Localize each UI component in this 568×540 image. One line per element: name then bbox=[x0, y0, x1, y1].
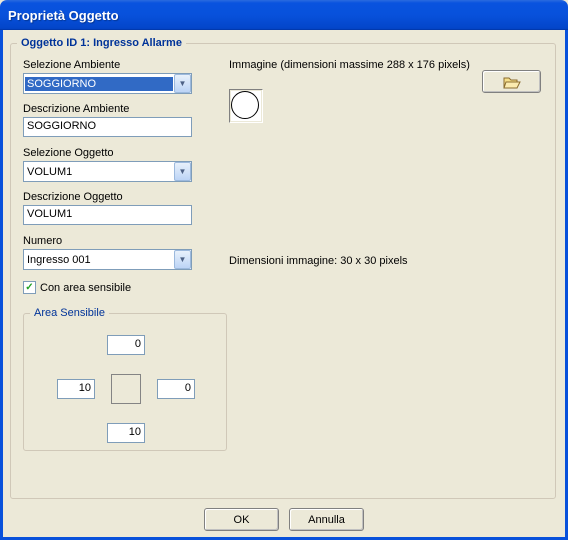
dropdown-selezione-ambiente[interactable]: SOGGIORNO ▼ bbox=[23, 73, 192, 94]
input-descrizione-oggetto[interactable]: VOLUM1 bbox=[23, 205, 192, 225]
circle-icon bbox=[231, 91, 259, 119]
checkbox-con-area-sensibile[interactable]: ✓ Con area sensibile bbox=[23, 281, 131, 294]
dropdown-text: Ingresso 001 bbox=[24, 252, 174, 268]
title-bar: Proprietà Oggetto bbox=[0, 0, 568, 30]
chevron-down-icon[interactable]: ▼ bbox=[174, 74, 191, 93]
dropdown-text: VOLUM1 bbox=[24, 164, 174, 180]
main-group-legend: Oggetto ID 1: Ingresso Allarme bbox=[17, 37, 186, 49]
label-immagine: Immagine (dimensioni massime 288 x 176 p… bbox=[229, 59, 470, 71]
button-bar: OK Annulla bbox=[3, 508, 565, 531]
chevron-down-icon[interactable]: ▼ bbox=[174, 250, 191, 269]
label-numero: Numero bbox=[23, 235, 62, 247]
label-descrizione-ambiente: Descrizione Ambiente bbox=[23, 103, 129, 115]
image-preview-frame bbox=[229, 89, 263, 123]
window-title: Proprietà Oggetto bbox=[8, 8, 119, 23]
client-area: Oggetto ID 1: Ingresso Allarme Selezione… bbox=[0, 30, 568, 540]
input-descrizione-ambiente[interactable]: SOGGIORNO bbox=[23, 117, 192, 137]
browse-button[interactable] bbox=[482, 70, 541, 93]
folder-open-icon bbox=[503, 75, 521, 89]
label-dimensioni: Dimensioni immagine: 30 x 30 pixels bbox=[229, 255, 408, 267]
input-area-left[interactable]: 10 bbox=[57, 379, 95, 399]
cancel-button[interactable]: Annulla bbox=[289, 508, 364, 531]
label-descrizione-oggetto: Descrizione Oggetto bbox=[23, 191, 123, 203]
checkbox-box: ✓ bbox=[23, 281, 36, 294]
dropdown-numero[interactable]: Ingresso 001 ▼ bbox=[23, 249, 192, 270]
dropdown-text: SOGGIORNO bbox=[25, 77, 173, 91]
input-area-bottom[interactable]: 10 bbox=[107, 423, 145, 443]
input-area-right[interactable]: 0 bbox=[157, 379, 195, 399]
area-sensibile-legend: Area Sensibile bbox=[30, 307, 109, 319]
label-selezione-ambiente: Selezione Ambiente bbox=[23, 59, 120, 71]
image-preview bbox=[231, 91, 261, 121]
ok-button[interactable]: OK bbox=[204, 508, 279, 531]
input-area-top[interactable]: 0 bbox=[107, 335, 145, 355]
area-sensibile-groupbox: Area Sensibile 0 10 0 10 bbox=[23, 307, 227, 451]
main-groupbox: Oggetto ID 1: Ingresso Allarme Selezione… bbox=[10, 37, 556, 499]
label-selezione-oggetto: Selezione Oggetto bbox=[23, 147, 114, 159]
area-center-box bbox=[111, 374, 141, 404]
checkbox-label: Con area sensibile bbox=[40, 282, 131, 294]
dropdown-selezione-oggetto[interactable]: VOLUM1 ▼ bbox=[23, 161, 192, 182]
chevron-down-icon[interactable]: ▼ bbox=[174, 162, 191, 181]
